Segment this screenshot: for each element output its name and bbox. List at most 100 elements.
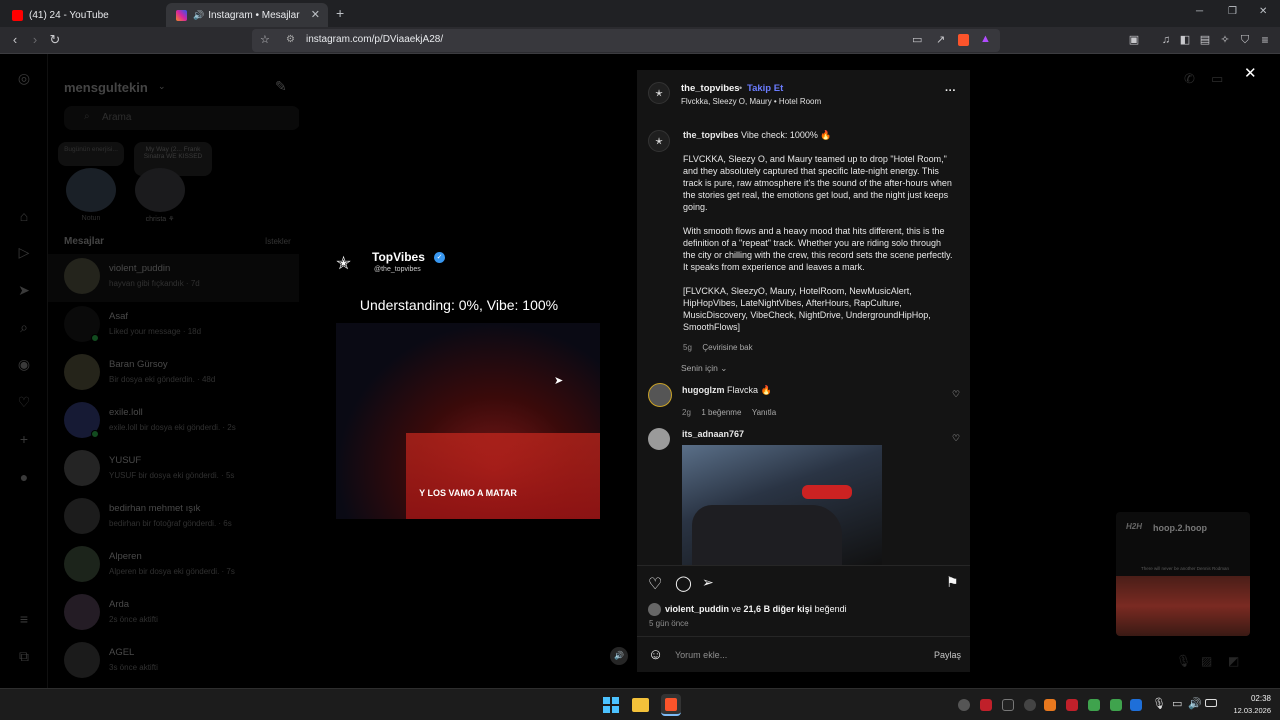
more-options-icon[interactable]: ··· <box>945 85 956 97</box>
comment-image[interactable] <box>682 445 882 566</box>
comment-age: 2g <box>682 408 691 417</box>
clock-time[interactable]: 02:38 <box>1229 694 1271 703</box>
brave-taskbar-button[interactable] <box>661 694 681 716</box>
mic-tray-icon[interactable]: 🎙 <box>1152 697 1166 710</box>
liker-username[interactable]: violent_puddin <box>665 604 729 614</box>
youtube-icon <box>12 9 23 21</box>
caption-hashtags: [FLVCKKA, SleezyO, Maury, HotelRoom, New… <box>683 286 931 332</box>
comment-likes[interactable]: 1 beğenme <box>701 408 741 417</box>
tab-youtube[interactable]: (41) 24 - YouTube <box>2 3 162 27</box>
share-icon[interactable]: ↗ <box>936 33 945 46</box>
tray-icon[interactable] <box>958 699 970 711</box>
volume-icon[interactable]: 🔊 <box>1188 697 1202 710</box>
start-icon[interactable] <box>603 697 619 713</box>
follow-button[interactable]: Takip Et <box>747 83 783 94</box>
crowd-highlight <box>406 433 600 519</box>
likes-count[interactable]: 21,6 B diğer kişi <box>744 604 813 614</box>
close-icon[interactable]: ✕ <box>1244 64 1257 82</box>
verified-icon: ✓ <box>434 252 445 263</box>
brave-shield-icon[interactable] <box>958 34 969 46</box>
comment-sort-dropdown[interactable]: Senin için ⌄ <box>681 363 727 374</box>
wallet-icon[interactable]: ▤ <box>1197 32 1213 48</box>
audio-toggle-icon[interactable]: 🔊 <box>610 647 628 665</box>
liker-avatar <box>648 603 661 616</box>
comment-username[interactable]: hugoglzm <box>682 385 725 395</box>
video-thumbnail <box>1116 576 1250 636</box>
tab-title: (41) 24 - YouTube <box>29 9 109 21</box>
likes-connector: ve <box>731 604 742 614</box>
emoji-icon[interactable]: ☺ <box>648 646 663 663</box>
tray-icon[interactable] <box>1044 699 1056 711</box>
tray-icon[interactable] <box>1110 699 1122 711</box>
media-headline: Understanding: 0%, Vibe: 100% <box>359 297 559 313</box>
caption: the_topvibes Vibe check: 1000% 🔥 FLVCKKA… <box>683 129 953 355</box>
music-icon[interactable]: ♫ <box>1158 32 1174 48</box>
caption-username[interactable]: the_topvibes <box>683 130 739 140</box>
url-text[interactable]: instagram.com/p/DViaaekjA28/ <box>306 34 443 45</box>
caption-paragraph: FLVCKKA, Sleezy O, and Maury teamed up t… <box>683 154 952 212</box>
floating-video-caption: There will never be another Dennis Rodma… <box>1140 566 1230 571</box>
likes-suffix: beğendi <box>814 604 847 614</box>
tray-icon[interactable] <box>1088 699 1100 711</box>
comment-username[interactable]: its_adnaan767 <box>682 429 744 439</box>
see-translation-link[interactable]: Çevirisine bak <box>702 343 752 352</box>
author-avatar[interactable]: ✭ <box>648 130 670 152</box>
audio-track[interactable]: Flvckka, Sleezy O, Maury • Hotel Room <box>681 97 821 106</box>
reply-link[interactable]: Yanıtla <box>752 408 776 417</box>
tab-instagram[interactable]: 🔊 Instagram • Mesajlar ✕ <box>166 3 328 27</box>
like-comment-icon[interactable]: ♡ <box>952 433 960 444</box>
comment-text: Flavcka 🔥 <box>727 385 772 395</box>
reload-icon[interactable]: ↻ <box>47 32 63 48</box>
instagram-icon <box>176 9 187 21</box>
sidebar-icon[interactable]: ◧ <box>1177 32 1193 48</box>
cast-icon[interactable]: ▭ <box>912 33 922 46</box>
taskbar: 🎙 ▭ 🔊 02:38 12.03.2026 <box>0 688 1280 720</box>
comment-input[interactable]: Yorum ekle... <box>675 650 915 660</box>
divider <box>637 565 970 566</box>
address-bar[interactable]: ☆ ⚙ instagram.com/p/DViaaekjA28/ ▭ ↗ ▲ <box>252 29 1000 52</box>
floating-video-name: hoop.2.hoop <box>1153 523 1207 533</box>
post-comment-button[interactable]: Paylaş <box>934 650 961 660</box>
tray-icon[interactable] <box>980 699 992 711</box>
caption-paragraph: With smooth flows and a heavy mood that … <box>683 226 953 272</box>
file-explorer-icon[interactable] <box>632 698 649 712</box>
tray-icon[interactable] <box>1130 699 1142 711</box>
close-window-button[interactable]: ✕ <box>1259 6 1267 17</box>
floating-video[interactable]: H2H hoop.2.hoop There will never be anot… <box>1116 512 1250 636</box>
author-username[interactable]: the_topvibes <box>681 83 740 94</box>
star-logo-icon: ✭ <box>336 253 352 273</box>
close-tab-icon[interactable]: ✕ <box>311 8 320 21</box>
menu-icon[interactable]: ≡ <box>1257 32 1273 48</box>
maximize-button[interactable]: ❐ <box>1228 6 1237 17</box>
comment-icon[interactable]: ◯ <box>675 574 692 592</box>
mouse-cursor: ➤ <box>554 375 564 387</box>
author-avatar[interactable]: ✭ <box>648 82 670 104</box>
back-icon[interactable]: ‹ <box>7 32 23 48</box>
car-body <box>692 505 842 566</box>
leo-ai-icon[interactable]: ✧ <box>1217 32 1233 48</box>
likes-summary[interactable]: violent_puddin ve 21,6 B diğer kişi beğe… <box>665 604 847 614</box>
forward-icon[interactable]: › <box>27 32 43 48</box>
video-frame[interactable]: Y LOS VAMO A MATAR <box>336 323 600 519</box>
sort-label: Senin için <box>681 363 718 373</box>
like-comment-icon[interactable]: ♡ <box>952 389 960 400</box>
vpn-icon[interactable]: ⛉ <box>1237 32 1253 48</box>
commenter-avatar[interactable] <box>648 383 672 407</box>
share-icon[interactable]: ➢ <box>702 574 714 591</box>
battery-icon[interactable] <box>1205 699 1217 707</box>
tray-icon[interactable] <box>1024 699 1036 711</box>
save-icon[interactable]: ⚑ <box>946 574 959 591</box>
site-info-icon[interactable]: ⚙ <box>286 34 295 45</box>
screenshot-icon[interactable]: ▣ <box>1126 32 1142 48</box>
clock-date[interactable]: 12.03.2026 <box>1225 706 1271 715</box>
network-icon[interactable]: ▭ <box>1172 697 1182 710</box>
tray-icon[interactable] <box>1066 699 1078 711</box>
minimize-button[interactable]: ─ <box>1196 6 1203 17</box>
new-tab-button[interactable]: + <box>336 5 344 21</box>
like-icon[interactable]: ♡ <box>648 574 662 594</box>
brave-rewards-icon[interactable]: ▲ <box>980 33 991 45</box>
bookmark-icon[interactable]: ☆ <box>260 33 270 46</box>
post-media[interactable]: ✭ TopVibes ✓ @the_topvibes Understanding… <box>299 70 637 672</box>
commenter-avatar[interactable] <box>648 428 670 450</box>
tray-icon[interactable] <box>1002 699 1014 711</box>
